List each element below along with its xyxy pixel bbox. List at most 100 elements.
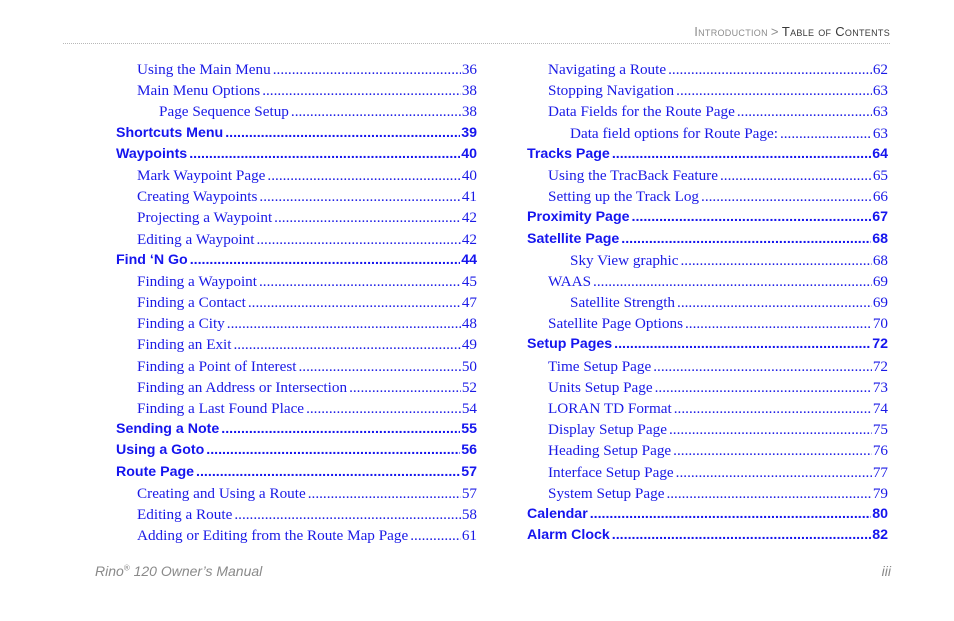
toc-entry-title: Shortcuts Menu <box>116 124 224 141</box>
dot-leader <box>274 207 461 228</box>
toc-entry-page: 58 <box>461 505 477 523</box>
toc-subsection-link[interactable]: Using the Main Menu 36 <box>116 59 477 80</box>
toc-subsection-link[interactable]: Data field options for Route Page: 63 <box>527 123 888 144</box>
toc-section-link[interactable]: Shortcuts Menu 39 <box>116 123 477 144</box>
toc-entry-title: Data field options for Route Page: <box>570 124 778 142</box>
toc-entry-title: Projecting a Waypoint <box>137 209 273 227</box>
dot-leader <box>668 59 872 80</box>
toc-entry-page: 80 <box>872 505 888 522</box>
toc-entry-title: Editing a Route <box>137 505 233 523</box>
toc-subsection-link[interactable]: Satellite Strength 69 <box>527 292 888 313</box>
toc-entry-page: 56 <box>461 442 477 459</box>
toc-subsection-link[interactable]: Units Setup Page 73 <box>527 377 888 398</box>
dot-leader <box>206 440 460 461</box>
toc-subsection-link[interactable]: Projecting a Waypoint 42 <box>116 207 477 228</box>
breadcrumb-section[interactable]: Introduction <box>694 24 768 39</box>
toc-entry-title: Using the TracBack Feature <box>548 166 718 184</box>
toc-section-link[interactable]: Setup Pages 72 <box>527 334 888 355</box>
toc-entry-title: Proximity Page <box>527 209 630 226</box>
toc-section-link[interactable]: Route Page 57 <box>116 462 477 483</box>
toc-entry-title: Time Setup Page <box>548 357 652 375</box>
toc-entry-title: Setup Pages <box>527 336 613 353</box>
toc-entry-title: Finding a Point of Interest <box>137 357 297 375</box>
dot-leader <box>306 398 461 419</box>
toc-section-link[interactable]: Waypoints 40 <box>116 144 477 165</box>
toc-entry-page: 63 <box>872 82 888 100</box>
toc-subsection-link[interactable]: Time Setup Page 72 <box>527 356 888 377</box>
toc-section-link[interactable]: Tracks Page 64 <box>527 144 888 165</box>
toc-subsection-link[interactable]: Finding an Exit 49 <box>116 334 477 355</box>
dot-leader <box>234 504 460 525</box>
dot-leader <box>680 250 871 271</box>
toc-subsection-link[interactable]: Finding an Address or Intersection 52 <box>116 377 477 398</box>
toc-subsection-link[interactable]: Mark Waypoint Page 40 <box>116 165 477 186</box>
dot-leader <box>590 504 872 525</box>
toc-entry-title: Satellite Page Options <box>548 315 683 333</box>
toc-subsection-link[interactable]: WAAS 69 <box>527 271 888 292</box>
dot-leader <box>248 292 461 313</box>
toc-subsection-link[interactable]: Finding a Waypoint 45 <box>116 271 477 292</box>
toc-subsection-link[interactable]: Finding a City 48 <box>116 313 477 334</box>
toc-subsection-link[interactable]: Creating and Using a Route 57 <box>116 483 477 504</box>
toc-subsection-link[interactable]: Page Sequence Setup 38 <box>116 101 477 122</box>
toc-section-link[interactable]: Sending a Note 55 <box>116 419 477 440</box>
toc-subsection-link[interactable]: Editing a Route 58 <box>116 504 477 525</box>
toc-entry-title: Main Menu Options <box>137 82 261 100</box>
toc-entry-title: LORAN TD Format <box>548 400 672 417</box>
toc-section-link[interactable]: Find ‘N Go 44 <box>116 250 477 271</box>
dot-leader <box>189 144 460 165</box>
toc-subsection-link[interactable]: Finding a Contact 47 <box>116 292 477 313</box>
dot-leader <box>256 229 460 250</box>
toc-subsection-link[interactable]: Satellite Page Options 70 <box>527 313 888 334</box>
toc-subsection-link[interactable]: Data Fields for the Route Page 63 <box>527 101 888 122</box>
toc-entry-title: Navigating a Route <box>548 61 667 78</box>
header-divider <box>63 43 890 44</box>
toc-subsection-link[interactable]: System Setup Page 79 <box>527 483 888 504</box>
toc-entry-page: 65 <box>872 166 888 184</box>
toc-entry-page: 36 <box>461 61 477 78</box>
toc-entry-title: Finding a City <box>137 315 225 333</box>
dot-leader <box>298 356 460 377</box>
toc-entry-title: Using a Goto <box>116 442 205 459</box>
footer-manual-name: 120 Owner’s Manual <box>129 563 263 579</box>
toc-entry-page: 79 <box>872 484 888 502</box>
toc-subsection-link[interactable]: Interface Setup Page 77 <box>527 462 888 483</box>
breadcrumb-separator: > <box>770 24 779 39</box>
breadcrumb: Introduction > Table of Contents <box>694 24 890 39</box>
toc-subsection-link[interactable]: Display Setup Page 75 <box>527 419 888 440</box>
toc-entry-title: Page Sequence Setup <box>159 103 289 121</box>
toc-subsection-link[interactable]: Setting up the Track Log 66 <box>527 186 888 207</box>
dot-leader <box>593 271 872 292</box>
toc-entry-title: Finding a Contact <box>137 294 246 312</box>
toc-entry-title: Heading Setup Page <box>548 442 672 460</box>
toc-entry-title: Route Page <box>116 463 195 480</box>
toc-subsection-link[interactable]: Finding a Point of Interest 50 <box>116 356 477 377</box>
toc-subsection-link[interactable]: Main Menu Options 38 <box>116 80 477 101</box>
toc-entry-page: 72 <box>872 357 888 375</box>
toc-subsection-link[interactable]: Editing a Waypoint 42 <box>116 229 477 250</box>
toc-entry-title: Satellite Strength <box>570 294 676 312</box>
toc-subsection-link[interactable]: Navigating a Route 62 <box>527 59 888 80</box>
toc-entry-page: 63 <box>872 103 888 121</box>
toc-subsection-link[interactable]: Adding or Editing from the Route Map Pag… <box>116 525 477 546</box>
dot-leader <box>267 165 460 186</box>
toc-entry-page: 68 <box>872 230 888 247</box>
toc-subsection-link[interactable]: Sky View graphic 68 <box>527 250 888 271</box>
dot-leader <box>676 462 872 483</box>
toc-section-link[interactable]: Calendar 80 <box>527 504 888 525</box>
toc-subsection-link[interactable]: Creating Waypoints 41 <box>116 186 477 207</box>
toc-entry-page: 47 <box>461 294 477 312</box>
toc-section-link[interactable]: Using a Goto 56 <box>116 440 477 461</box>
toc-subsection-link[interactable]: Stopping Navigation 63 <box>527 80 888 101</box>
toc-section-link[interactable]: Proximity Page 67 <box>527 207 888 228</box>
toc-subsection-link[interactable]: Heading Setup Page 76 <box>527 440 888 461</box>
toc-entry-title: Mark Waypoint Page <box>137 166 266 184</box>
toc-section-link[interactable]: Satellite Page 68 <box>527 229 888 250</box>
toc-subsection-link[interactable]: LORAN TD Format 74 <box>527 398 888 419</box>
toc-entry-page: 40 <box>461 166 477 184</box>
toc-subsection-link[interactable]: Using the TracBack Feature 65 <box>527 165 888 186</box>
toc-entry-page: 73 <box>872 378 888 396</box>
toc-section-link[interactable]: Alarm Clock 82 <box>527 525 888 546</box>
toc-subsection-link[interactable]: Finding a Last Found Place 54 <box>116 398 477 419</box>
toc-entry-title: Find ‘N Go <box>116 251 188 268</box>
